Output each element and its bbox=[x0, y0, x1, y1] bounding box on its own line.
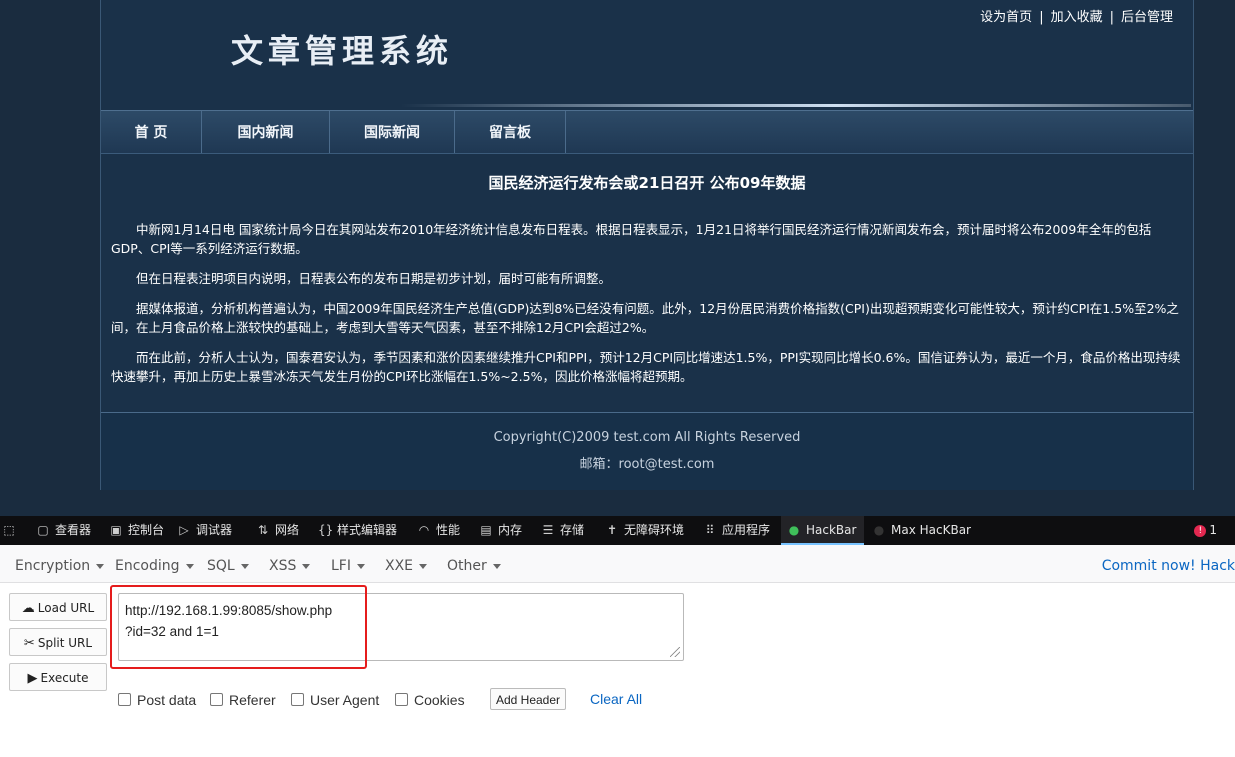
tab-console[interactable]: ▣ 控制台 bbox=[109, 516, 164, 545]
main-nav: 首 页 国内新闻 国际新闻 留言板 bbox=[101, 110, 1193, 154]
devtools-toolbar: ⬚ ▢ 查看器 ▣ 控制台 ▷ 调试器 ⇅ 网络 {} 样式编辑器 ◠ 性能 ▤ 内存 ☰ 存储… bbox=[0, 516, 1235, 545]
accessibility-icon: ✝ bbox=[606, 523, 618, 537]
site-footer: Copyright(C)2009 test.com All Rights Res… bbox=[101, 413, 1193, 490]
menu-encoding[interactable]: Encoding bbox=[115, 545, 194, 582]
application-icon: ⠿ bbox=[705, 523, 715, 537]
resize-handle-icon[interactable] bbox=[670, 647, 680, 657]
cookies-checkbox[interactable]: Cookies bbox=[395, 691, 465, 709]
storage-icon: ☰ bbox=[542, 523, 554, 537]
site-logo-title: 文章管理系统 bbox=[231, 32, 454, 70]
hackbar-menu: Encryption Encoding SQL XSS LFI XXE Othe… bbox=[0, 545, 1235, 583]
article-title: 国民经济运行发布会或21日召开 公布09年数据 bbox=[488, 174, 806, 192]
chevron-down-icon bbox=[302, 563, 311, 569]
clear-all-link[interactable]: Clear All bbox=[590, 691, 642, 707]
footer-copyright: Copyright(C)2009 test.com All Rights Res… bbox=[493, 430, 801, 445]
user-agent-checkbox[interactable]: User Agent bbox=[291, 691, 379, 709]
link-add-favorite[interactable]: 加入收藏 bbox=[1051, 10, 1103, 25]
chevron-down-icon bbox=[185, 563, 194, 569]
tab-inspector[interactable]: ▢ 查看器 bbox=[36, 516, 91, 545]
tab-memory[interactable]: ▤ 内存 bbox=[479, 516, 522, 545]
menu-xss[interactable]: XSS bbox=[269, 545, 311, 582]
article-paragraph: 而在此前，分析人士认为，国泰君安认为，季节因素和涨价因素继续推升CPI和PPI，… bbox=[111, 350, 1181, 384]
article-paragraph: 据媒体报道，分析机构普遍认为，中国2009年国民经济生产总值(GDP)达到8%已… bbox=[111, 301, 1179, 335]
referer-checkbox[interactable]: Referer bbox=[210, 691, 276, 709]
article-paragraph: 但在日程表注明项目内说明，日程表公布的发布日期是初步计划，届时可能有所调整。 bbox=[136, 271, 612, 286]
top-links: 设为首页 | 加入收藏 | 后台管理 bbox=[980, 10, 1173, 25]
error-count-badge[interactable]: ! 1 bbox=[1194, 516, 1217, 545]
tab-network[interactable]: ⇅ 网络 bbox=[256, 516, 299, 545]
network-icon: ⇅ bbox=[257, 523, 269, 537]
tab-performance[interactable]: ◠ 性能 bbox=[417, 516, 460, 545]
scissors-icon: ✂ bbox=[23, 636, 35, 651]
chevron-down-icon bbox=[240, 563, 249, 569]
nav-item-international-news[interactable]: 国际新闻 bbox=[330, 111, 455, 153]
nav-item-domestic-news[interactable]: 国内新闻 bbox=[202, 111, 330, 153]
post-data-checkbox[interactable]: Post data bbox=[118, 691, 196, 709]
menu-other[interactable]: Other bbox=[447, 545, 501, 582]
menu-xxe[interactable]: XXE bbox=[385, 545, 428, 582]
menu-sql[interactable]: SQL bbox=[207, 545, 249, 582]
console-icon: ▣ bbox=[110, 523, 122, 537]
memory-icon: ▤ bbox=[480, 523, 492, 537]
element-picker-icon[interactable]: ⬚ bbox=[2, 516, 16, 545]
cloud-download-icon: ☁ bbox=[21, 601, 35, 616]
chevron-down-icon bbox=[356, 563, 365, 569]
link-set-homepage[interactable]: 设为首页 bbox=[980, 10, 1032, 25]
chevron-down-icon bbox=[96, 563, 105, 569]
header-divider bbox=[401, 104, 1191, 107]
load-url-button[interactable]: ☁ Load URL bbox=[9, 593, 107, 621]
hackbar-panel: Encryption Encoding SQL XSS LFI XXE Othe… bbox=[0, 545, 1235, 757]
menu-lfi[interactable]: LFI bbox=[331, 545, 365, 582]
execute-button[interactable]: ▶ Execute bbox=[9, 663, 107, 691]
menu-encryption[interactable]: Encryption bbox=[15, 545, 105, 582]
tab-accessibility[interactable]: ✝ 无障碍环境 bbox=[605, 516, 684, 545]
website-viewport: 设为首页 | 加入收藏 | 后台管理 文章管理系统 首 页 国内新闻 国际新闻 留言板 … bbox=[0, 0, 1235, 490]
footer-email: 邮箱：root@test.com bbox=[579, 457, 715, 472]
hackbar-icon: ● bbox=[788, 523, 800, 537]
article-body: 中新网1月14日电 国家统计局今日在其网站发布2010年经济统计信息发布日程表。… bbox=[111, 220, 1183, 397]
tab-hackbar[interactable]: ● HackBar bbox=[781, 516, 865, 545]
tab-application[interactable]: ⠿ 应用程序 bbox=[703, 516, 770, 545]
tab-style-editor[interactable]: {} 样式编辑器 bbox=[318, 516, 397, 545]
inspector-icon: ▢ bbox=[37, 523, 49, 537]
split-url-button[interactable]: ✂ Split URL bbox=[9, 628, 107, 656]
nav-item-guestbook[interactable]: 留言板 bbox=[455, 111, 566, 153]
tab-storage[interactable]: ☰ 存储 bbox=[541, 516, 584, 545]
chevron-down-icon bbox=[419, 563, 428, 569]
max-hackbar-icon: ● bbox=[873, 523, 885, 537]
add-header-button[interactable]: Add Header bbox=[490, 688, 566, 710]
play-circle-icon: ▶ bbox=[27, 671, 38, 686]
performance-icon: ◠ bbox=[418, 523, 430, 537]
nav-item-home[interactable]: 首 页 bbox=[101, 111, 202, 153]
link-admin[interactable]: 后台管理 bbox=[1121, 10, 1173, 25]
tab-debugger[interactable]: ▷ 调试器 bbox=[177, 516, 232, 545]
style-editor-icon: {} bbox=[318, 523, 334, 537]
annotation-highlight-box bbox=[110, 585, 367, 669]
article-paragraph: 中新网1月14日电 国家统计局今日在其网站发布2010年经济统计信息发布日程表。… bbox=[111, 222, 1152, 256]
debugger-icon: ▷ bbox=[179, 523, 189, 537]
site-container: 设为首页 | 加入收藏 | 后台管理 文章管理系统 首 页 国内新闻 国际新闻 留言板 … bbox=[100, 0, 1194, 490]
commit-link[interactable]: Commit now! Hack bbox=[1102, 545, 1235, 582]
tab-max-hackbar[interactable]: ● Max HacKBar bbox=[872, 516, 971, 545]
error-icon: ! bbox=[1194, 524, 1207, 537]
chevron-down-icon bbox=[492, 563, 501, 569]
